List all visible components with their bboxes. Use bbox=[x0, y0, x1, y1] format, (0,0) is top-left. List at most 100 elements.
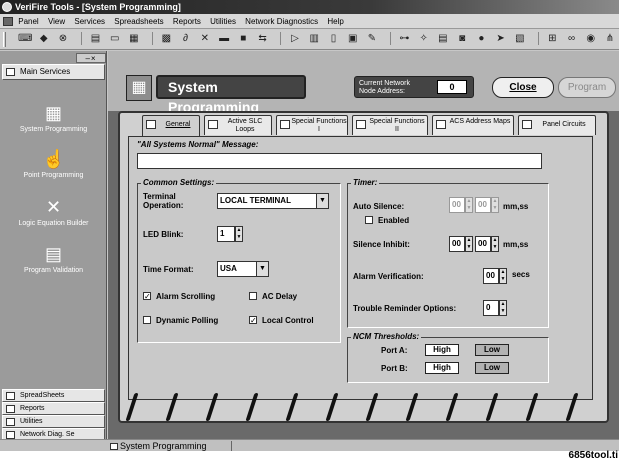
local-control-checkbox[interactable]: ✓ bbox=[249, 316, 257, 325]
services-icon bbox=[6, 68, 15, 76]
swap-icon[interactable]: ⇆ bbox=[256, 32, 269, 45]
grid-icon[interactable]: ▦ bbox=[127, 32, 140, 45]
led-blink-input[interactable]: 1 bbox=[217, 226, 235, 242]
table-icon[interactable]: ▥ bbox=[308, 32, 321, 45]
database-icon[interactable]: ◉ bbox=[584, 32, 597, 45]
menu-utilities[interactable]: Utilities bbox=[210, 17, 236, 26]
tools-icon: ✕ bbox=[45, 197, 62, 217]
keyboard-icon[interactable]: ⌨ bbox=[18, 32, 32, 45]
dynamic-polling-checkbox[interactable] bbox=[143, 316, 151, 324]
stop-icon[interactable]: ⊗ bbox=[56, 32, 69, 45]
time-format-dropdown[interactable]: USA ▼ bbox=[217, 261, 269, 277]
terminal-operation-dropdown[interactable]: LOCAL TERMINAL ▼ bbox=[217, 193, 329, 209]
alarm-verification-spinner[interactable]: ▲ ▼ bbox=[499, 268, 507, 284]
trouble-reminder-spinner[interactable]: ▲ ▼ bbox=[499, 300, 507, 316]
general-tab-page: "All Systems Normal" Message: Common Set… bbox=[128, 136, 593, 400]
port-a-low-button[interactable]: Low bbox=[475, 344, 509, 356]
panel-icon[interactable]: ▭ bbox=[108, 32, 121, 45]
menu-panel[interactable]: Panel bbox=[18, 17, 38, 26]
sidebar-item-system-programming[interactable]: ▦ System Programming bbox=[0, 103, 107, 133]
arrow-icon[interactable]: ➤ bbox=[494, 32, 507, 45]
menu-services[interactable]: Services bbox=[74, 17, 105, 26]
menu-network-diagnostics[interactable]: Network Diagnostics bbox=[245, 17, 318, 26]
port-a-high-button[interactable]: High bbox=[425, 344, 459, 356]
link-icon[interactable]: ∂ bbox=[179, 32, 192, 45]
window-icon[interactable]: ▤ bbox=[89, 32, 102, 45]
silence-inhibit-seconds-spinner[interactable]: ▲ ▼ bbox=[491, 236, 499, 252]
panel-menu-icon bbox=[3, 17, 13, 27]
folder-icon[interactable]: ▬ bbox=[218, 32, 231, 45]
port-b-high-button[interactable]: High bbox=[425, 362, 459, 374]
silence-inhibit-seconds[interactable]: 00 bbox=[475, 236, 491, 252]
camera-icon[interactable]: ◙ bbox=[456, 32, 469, 45]
monitor-icon[interactable]: ▤ bbox=[436, 32, 449, 45]
globe-icon[interactable]: ● bbox=[475, 32, 488, 45]
program-button[interactable]: Program bbox=[558, 77, 616, 98]
tab-panel-circuits[interactable]: Panel Circuits bbox=[518, 115, 596, 135]
satellite-icon[interactable]: ✧ bbox=[417, 32, 430, 45]
port-b-low-button[interactable]: Low bbox=[475, 362, 509, 374]
sidebar-item-point-programming[interactable]: ☝ Point Programming bbox=[0, 149, 107, 179]
menu-spreadsheets[interactable]: Spreadsheets bbox=[114, 17, 163, 26]
status-window-item[interactable]: System Programming bbox=[108, 441, 232, 451]
tab-general[interactable]: General bbox=[142, 115, 200, 137]
sidebar-footer-spreadsheets[interactable]: SpreadSheets bbox=[2, 389, 105, 402]
menu-view[interactable]: View bbox=[48, 17, 65, 26]
port-a-label: Port A: bbox=[381, 346, 408, 355]
ac-delay-label: AC Delay bbox=[262, 292, 298, 301]
tab-special-functions-2[interactable]: Special Functions II bbox=[352, 115, 428, 135]
sidebar-footer-utilities[interactable]: Utilities bbox=[2, 415, 105, 428]
sidebar-footer-reports[interactable]: Reports bbox=[2, 402, 105, 415]
sidebar-item-program-validation[interactable]: ▤ Program Validation bbox=[0, 244, 107, 274]
chip-icon[interactable]: ▩ bbox=[160, 32, 173, 45]
ac-delay-checkbox[interactable] bbox=[249, 292, 257, 300]
tree-icon[interactable]: ⋔ bbox=[604, 32, 617, 45]
alarm-scrolling-checkbox[interactable]: ✓ bbox=[143, 292, 151, 301]
chevron-down-icon[interactable]: ▼ bbox=[316, 194, 328, 208]
page-icon[interactable]: ▯ bbox=[327, 32, 340, 45]
common-settings-legend: Common Settings: bbox=[141, 178, 217, 187]
menu-help[interactable]: Help bbox=[327, 17, 343, 26]
chevron-down-icon[interactable]: ▼ bbox=[256, 262, 268, 276]
auto-silence-minutes[interactable]: 00 bbox=[449, 197, 465, 213]
normal-message-input[interactable] bbox=[137, 153, 542, 169]
tab-active-slc-loops[interactable]: Active SLC Loops bbox=[204, 115, 272, 135]
network-icon[interactable]: ⊞ bbox=[546, 32, 559, 45]
binoculars-icon[interactable]: ∞ bbox=[565, 32, 578, 45]
auto-silence-minutes-spinner[interactable]: ▲ ▼ bbox=[465, 197, 473, 213]
auto-silence-enabled-checkbox[interactable] bbox=[365, 216, 373, 224]
cpu-icon: ▦ bbox=[44, 103, 62, 123]
play-icon[interactable]: ▷ bbox=[289, 32, 302, 45]
block-icon[interactable]: ■ bbox=[237, 32, 250, 45]
sidebar-window-controls[interactable]: –× bbox=[76, 53, 106, 63]
auto-silence-seconds[interactable]: 00 bbox=[475, 197, 491, 213]
alarm-verification-input[interactable]: 00 bbox=[483, 268, 499, 284]
connect-icon[interactable]: ⊶ bbox=[398, 32, 411, 45]
normal-message-label: "All Systems Normal" Message: bbox=[137, 140, 259, 149]
dropdown-value: LOCAL TERMINAL bbox=[220, 196, 291, 205]
diamond-icon[interactable]: ◆ bbox=[37, 32, 50, 45]
calculator-icon[interactable]: ▣ bbox=[346, 32, 359, 45]
tools-icon[interactable]: ✕ bbox=[198, 32, 211, 45]
checklist-icon: ▤ bbox=[44, 244, 62, 264]
tab-special-functions-1[interactable]: Special Functions I bbox=[276, 115, 348, 135]
tab-acs-address-maps[interactable]: ACS Address Maps bbox=[432, 115, 514, 135]
menu-reports[interactable]: Reports bbox=[173, 17, 201, 26]
sidebar-header-main-services[interactable]: Main Services bbox=[2, 64, 105, 80]
picture-icon[interactable]: ▧ bbox=[513, 32, 526, 45]
toolbar-grip[interactable] bbox=[3, 32, 6, 47]
system-programming-icon: ▦ bbox=[126, 75, 152, 101]
silence-inhibit-minutes[interactable]: 00 bbox=[449, 236, 465, 252]
sidebar-item-label: Logic Equation Builder bbox=[18, 220, 89, 227]
time-format-label: Time Format: bbox=[143, 265, 194, 274]
silence-inhibit-minutes-spinner[interactable]: ▲ ▼ bbox=[465, 236, 473, 252]
auto-silence-seconds-spinner[interactable]: ▲ ▼ bbox=[491, 197, 499, 213]
led-blink-spinner[interactable]: ▲ ▼ bbox=[235, 226, 243, 242]
sidebar-item-logic-equation-builder[interactable]: ✕ Logic Equation Builder bbox=[0, 197, 107, 227]
close-button[interactable]: Close bbox=[492, 77, 554, 98]
dynamic-polling-label: Dynamic Polling bbox=[156, 316, 219, 325]
node-address-value: 0 bbox=[437, 80, 467, 94]
pen-icon[interactable]: ✎ bbox=[365, 32, 378, 45]
window-title: VeriFire Tools - [System Programming] bbox=[15, 2, 181, 12]
trouble-reminder-input[interactable]: 0 bbox=[483, 300, 499, 316]
